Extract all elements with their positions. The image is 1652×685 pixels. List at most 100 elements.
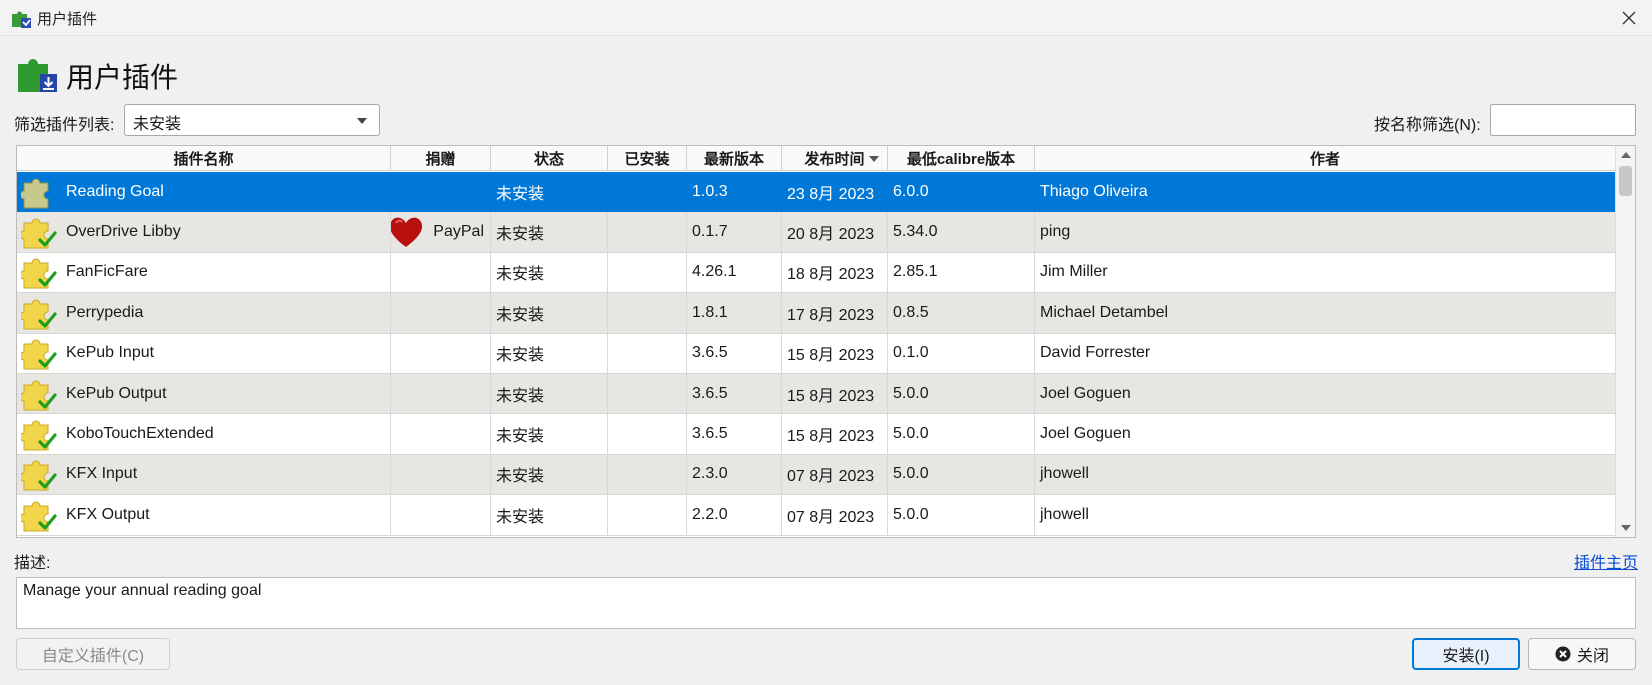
- cell-installed: [608, 252, 687, 294]
- plugin-homepage-link[interactable]: 插件主页: [1574, 549, 1638, 573]
- cell-min-calibre: 2.85.1: [888, 252, 1035, 294]
- cell-min-calibre: 5.0.0: [888, 495, 1035, 536]
- cell-latest-version: 1.8.1: [687, 293, 782, 334]
- column-header-name[interactable]: 插件名称: [17, 146, 391, 171]
- plugin-name-text: OverDrive Libby: [66, 223, 181, 241]
- cell-min-calibre: 0.1.0: [888, 333, 1035, 374]
- cell-donate: [391, 333, 491, 374]
- filter-list-label: 筛选插件列表:: [14, 117, 115, 134]
- puzzle-piece-icon: [19, 254, 59, 290]
- cell-author: ping: [1035, 212, 1616, 253]
- table-row[interactable]: KoboTouchExtended 未安装 3.6.5 15 8月 2023 5.0.0…: [17, 414, 1616, 455]
- cell-released: 20 8月 2023: [782, 212, 888, 253]
- cell-released: 07 8月 2023: [782, 495, 888, 536]
- cell-released: 18 8月 2023: [782, 252, 888, 294]
- cell-min-calibre: 5.0.0: [888, 414, 1035, 455]
- table-row[interactable]: KePub Output 未安装 3.6.5 15 8月 2023 5.0.0 Joel …: [17, 373, 1616, 415]
- customize-plugin-button[interactable]: 自定义插件(C): [16, 638, 170, 670]
- cell-installed: [608, 414, 687, 455]
- cell-latest-version: 3.6.5: [687, 373, 782, 415]
- table-row[interactable]: FanFicFare 未安装 4.26.1 18 8月 2023 2.85.1 Jim M…: [17, 252, 1616, 294]
- cell-min-calibre: 5.0.0: [888, 373, 1035, 415]
- description-text: Manage your annual reading goal: [16, 577, 1636, 629]
- table-row[interactable]: Reading Goal 未安装 1.0.3 23 8月 2023 6.0.0 Thiag…: [17, 172, 1616, 213]
- chevron-down-icon: [357, 118, 367, 124]
- puzzle-piece-icon: [19, 335, 59, 371]
- name-filter-label: 按名称筛选(N):: [1374, 117, 1481, 134]
- cell-name: KoboTouchExtended: [17, 414, 391, 455]
- scroll-up-icon[interactable]: [1621, 152, 1631, 158]
- cell-donate[interactable]: PayPal: [391, 212, 491, 253]
- table-row[interactable]: OverDrive Libby PayPal 未安装 0.1.7 20 8月 2023 5…: [17, 212, 1616, 253]
- column-header-author[interactable]: 作者: [1035, 146, 1616, 171]
- table-row[interactable]: Perrypedia 未安装 1.8.1 17 8月 2023 0.8.5 Michael…: [17, 293, 1616, 334]
- column-header-installed[interactable]: 已安装: [608, 146, 687, 171]
- cell-name: Reading Goal: [17, 172, 391, 213]
- cell-author: Thiago Oliveira: [1035, 172, 1616, 213]
- cell-donate: [391, 495, 491, 536]
- close-button-label: 关闭: [1576, 648, 1609, 665]
- cell-donate: [391, 293, 491, 334]
- table-row[interactable]: KePub Input 未安装 3.6.5 15 8月 2023 0.1.0 David …: [17, 333, 1616, 374]
- column-header-latest[interactable]: 最新版本: [687, 146, 782, 171]
- donate-paypal-text: PayPal: [433, 223, 484, 241]
- cell-author: Michael Detambel: [1035, 293, 1616, 334]
- cell-status: 未安装: [491, 252, 608, 294]
- name-filter-input[interactable]: [1490, 104, 1636, 136]
- description-label: 描述:: [14, 555, 51, 572]
- column-header-min-calibre[interactable]: 最低calibre版本: [888, 146, 1035, 171]
- cell-latest-version: 4.26.1: [687, 252, 782, 294]
- vertical-scrollbar[interactable]: [1615, 146, 1635, 537]
- puzzle-piece-icon: [19, 456, 59, 492]
- puzzle-piece-icon: [19, 174, 59, 210]
- plugin-name-text: KePub Output: [66, 384, 167, 402]
- title-bar: 用户插件: [0, 0, 1652, 36]
- cell-name: KFX Output: [17, 495, 391, 536]
- plugin-name-text: Reading Goal: [66, 182, 164, 200]
- cell-status: 未安装: [491, 373, 608, 415]
- cell-min-calibre: 6.0.0: [888, 172, 1035, 213]
- cell-installed: [608, 293, 687, 334]
- cell-donate: [391, 252, 491, 294]
- cell-author: Jim Miller: [1035, 252, 1616, 294]
- plugin-table[interactable]: 插件名称 捐赠 状态 已安装 最新版本 发布时间 最低calibre版本 作者 …: [16, 145, 1636, 538]
- plugin-name-text: KFX Output: [66, 505, 150, 523]
- column-header-released-label: 发布时间: [804, 151, 865, 168]
- close-icon: [1555, 646, 1571, 662]
- cell-min-calibre: 5.34.0: [888, 212, 1035, 253]
- table-row[interactable]: KFX Input 未安装 2.3.0 07 8月 2023 5.0.0 jhowell: [17, 454, 1616, 496]
- cell-released: 15 8月 2023: [782, 333, 888, 374]
- window-close-button[interactable]: [1606, 0, 1652, 36]
- cell-released: 15 8月 2023: [782, 414, 888, 455]
- cell-author: jhowell: [1035, 454, 1616, 496]
- scroll-thumb[interactable]: [1619, 166, 1632, 196]
- scroll-down-icon[interactable]: [1621, 525, 1631, 531]
- cell-name: FanFicFare: [17, 252, 391, 294]
- cell-installed: [608, 495, 687, 536]
- cell-installed: [608, 373, 687, 415]
- cell-name: KFX Input: [17, 454, 391, 496]
- cell-donate: [391, 454, 491, 496]
- page-title: 用户插件: [66, 62, 179, 93]
- cell-author: Joel Goguen: [1035, 373, 1616, 415]
- cell-status: 未安装: [491, 333, 608, 374]
- filter-list-select[interactable]: 未安装: [124, 104, 380, 136]
- plugin-name-text: KoboTouchExtended: [66, 425, 214, 443]
- close-button[interactable]: 关闭: [1528, 638, 1636, 670]
- plugin-name-text: KePub Input: [66, 344, 155, 362]
- column-header-status[interactable]: 状态: [491, 146, 608, 171]
- puzzle-piece-icon: [19, 497, 59, 533]
- cell-donate: [391, 414, 491, 455]
- table-row[interactable]: KFX Output 未安装 2.2.0 07 8月 2023 5.0.0 jhowell: [17, 495, 1616, 536]
- cell-status: 未安装: [491, 414, 608, 455]
- cell-latest-version: 3.6.5: [687, 333, 782, 374]
- cell-author: David Forrester: [1035, 333, 1616, 374]
- column-header-released[interactable]: 发布时间: [782, 146, 888, 171]
- cell-status: 未安装: [491, 454, 608, 496]
- cell-name: KePub Output: [17, 373, 391, 415]
- cell-name: KePub Input: [17, 333, 391, 374]
- table-header: 插件名称 捐赠 状态 已安装 最新版本 发布时间 最低calibre版本 作者: [17, 146, 1616, 171]
- install-button[interactable]: 安装(I): [1412, 638, 1520, 670]
- column-header-donate[interactable]: 捐赠: [391, 146, 491, 171]
- cell-latest-version: 3.6.5: [687, 414, 782, 455]
